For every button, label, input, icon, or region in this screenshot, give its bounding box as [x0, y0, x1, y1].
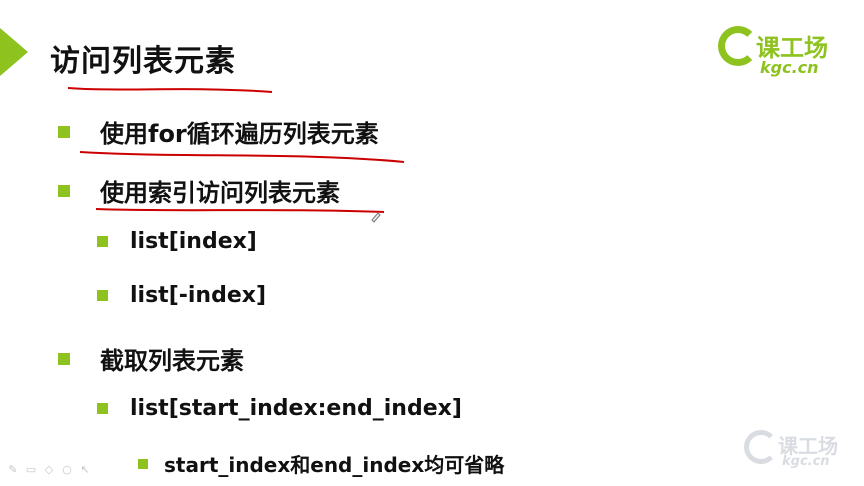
watermark-subtitle: kgc.cn: [782, 454, 830, 469]
item-underline: [79, 151, 405, 163]
eraser-icon[interactable]: ○: [60, 463, 74, 476]
pen-cursor-icon: [371, 212, 381, 223]
watermark-c-icon: [744, 430, 778, 464]
pointer-icon[interactable]: ↖: [78, 463, 92, 476]
slideshow-toolbar: ✎ ▭ ◇ ○ ↖: [6, 463, 92, 476]
pen-icon[interactable]: ✎: [6, 463, 20, 476]
item-underline: [95, 208, 385, 213]
title-underline: [67, 87, 273, 93]
watermark-logo: 课工场 kgc.cn: [744, 426, 844, 474]
slide-icon[interactable]: ▭: [24, 463, 38, 476]
pen-annotations: [67, 87, 405, 223]
highlighter-icon[interactable]: ◇: [42, 463, 56, 476]
